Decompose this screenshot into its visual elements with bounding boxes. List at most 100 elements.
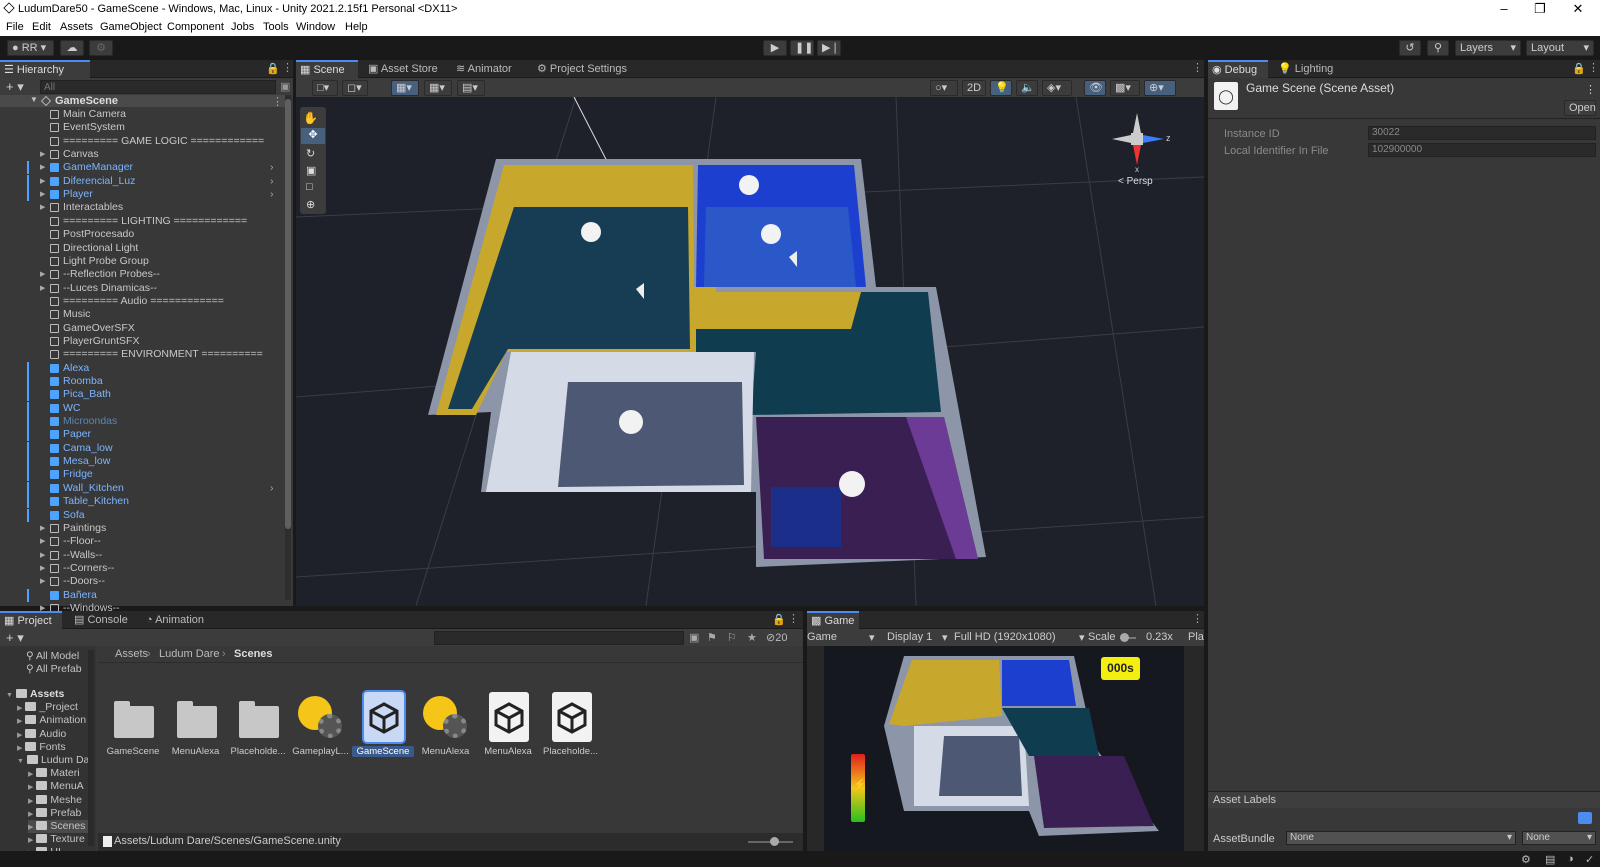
expand-arrow-icon[interactable]: ▶	[28, 824, 33, 831]
menu-assets[interactable]: Assets	[60, 21, 93, 33]
folder-tree-item[interactable]: ▶ Prefab	[28, 807, 81, 820]
search-icon[interactable]: ⚲	[1427, 40, 1449, 56]
layout-dropdown[interactable]: Layout ▾	[1526, 40, 1594, 56]
expand-arrow-icon[interactable]: ▶	[17, 705, 22, 712]
hierarchy-item[interactable]: Sofa	[0, 508, 285, 522]
favorite-icon[interactable]: ★	[747, 631, 757, 644]
scale-slider[interactable]	[1120, 633, 1136, 642]
more-icon[interactable]: ⋮	[282, 61, 293, 74]
folder-tree-item[interactable]: ▶ Fonts	[17, 741, 66, 754]
expand-arrow-icon[interactable]: ▶	[40, 535, 45, 548]
hierarchy-item[interactable]: ▶ --Luces Dinamicas--	[0, 282, 285, 295]
expand-arrow-icon[interactable]: ▶	[28, 771, 33, 778]
tab-debug[interactable]: ◉ Debug	[1208, 60, 1268, 78]
hierarchy-item[interactable]: PlayerGruntSFX	[0, 335, 285, 348]
hierarchy-scrollbar[interactable]	[285, 95, 291, 600]
folder-tree-item[interactable]: ▶ _Project	[17, 701, 78, 714]
hierarchy-search-input[interactable]	[40, 80, 276, 94]
gizmos-icon[interactable]: ⊕▾	[1144, 80, 1176, 96]
audio-toggle-icon[interactable]: 🔈	[1016, 80, 1038, 96]
hierarchy-item[interactable]: ▶ GameManager ›	[0, 161, 285, 175]
resolution-dropdown[interactable]: Full HD (1920x1080) ▾	[954, 631, 1085, 644]
hierarchy-item[interactable]: PostProcesado	[0, 228, 285, 241]
hierarchy-item[interactable]: ▶ --Corners--	[0, 562, 285, 575]
favorite-all-prefabs[interactable]: ⚲ All Prefab	[26, 663, 82, 676]
tab-animator[interactable]: ≋ Animator	[452, 60, 526, 78]
expand-arrow-icon[interactable]: ▶	[40, 201, 45, 214]
open-prefab-icon[interactable]: ›	[270, 161, 274, 174]
scene-more-icon[interactable]: ⋮	[1192, 61, 1203, 74]
tab-animation[interactable]: ◔ Animation	[142, 611, 214, 629]
hierarchy-item[interactable]: Music	[0, 308, 285, 321]
hierarchy-item[interactable]: Table_Kitchen	[0, 495, 285, 509]
cache-icon[interactable]: ▤	[1545, 853, 1555, 866]
hierarchy-item[interactable]: ▶ --Walls--	[0, 549, 285, 562]
rotate-tool-icon[interactable]: ↻	[306, 147, 315, 160]
search-by-type-icon[interactable]: ▣	[689, 631, 699, 644]
hierarchy-item[interactable]: ▶ Diferencial_Luz ›	[0, 174, 285, 188]
hierarchy-item[interactable]: GameOverSFX	[0, 322, 285, 335]
hierarchy-item[interactable]: Main Camera	[0, 108, 285, 121]
expand-arrow-icon[interactable]: ▼	[17, 758, 24, 765]
tab-scene[interactable]: ▦ Scene	[296, 60, 358, 78]
expand-arrow-icon[interactable]: ▶	[40, 148, 45, 161]
status-check-icon[interactable]: ✓	[1585, 853, 1594, 866]
menu-jobs[interactable]: Jobs	[231, 21, 254, 33]
tree-scrollbar[interactable]	[88, 650, 94, 846]
hierarchy-item[interactable]: ========= GAME LOGIC ============	[0, 135, 285, 148]
inspector-more-icon[interactable]: ⋮	[1588, 61, 1599, 74]
tab-hierarchy[interactable]: ☰ Hierarchy	[0, 60, 90, 78]
expand-arrow-icon[interactable]: ▶	[28, 837, 33, 844]
hierarchy-item[interactable]: Alexa	[0, 361, 285, 375]
play-focused-dropdown[interactable]: Pla	[1188, 631, 1204, 643]
assetbundle-dropdown[interactable]: None ▾	[1286, 831, 1516, 845]
hierarchy-item[interactable]: Pica_Bath	[0, 388, 285, 402]
slider-handle[interactable]	[770, 837, 779, 846]
folder-tree-item[interactable]: ▶ Meshe	[28, 794, 82, 807]
asset-tile[interactable]: GameplayL...	[290, 692, 352, 762]
play-button[interactable]: ▶	[763, 40, 787, 56]
shaded-icon[interactable]: ◻▾	[342, 80, 368, 96]
folder-tree-item[interactable]: ▶ MenuA	[28, 780, 84, 793]
hierarchy-item[interactable]: Cama_low	[0, 441, 285, 455]
expand-arrow-icon[interactable]: ▶	[40, 282, 45, 295]
expand-arrow-icon[interactable]: ▶	[28, 784, 33, 791]
open-button[interactable]: Open	[1564, 100, 1596, 116]
hierarchy-item[interactable]: EventSystem	[0, 121, 285, 134]
assetbundle-variant-dropdown[interactable]: None ▾	[1522, 831, 1596, 845]
scale-tool-icon[interactable]: ▣	[306, 164, 316, 177]
folder-tree-item[interactable]: ▶ Animation	[17, 714, 86, 727]
hierarchy-item[interactable]: ▶ Player ›	[0, 188, 285, 202]
project-lock-icon[interactable]: 🔒	[772, 613, 786, 626]
expand-arrow-icon[interactable]: ▶	[17, 745, 22, 752]
project-search-input[interactable]	[434, 631, 684, 645]
hierarchy-item[interactable]: Wall_Kitchen ›	[0, 481, 285, 495]
icon-size-slider[interactable]	[748, 837, 793, 846]
tab-asset-store[interactable]: ▣ Asset Store	[364, 60, 444, 78]
game-mode-dropdown[interactable]: Game ▾	[807, 631, 875, 644]
asset-labels-header[interactable]: Asset Labels	[1208, 791, 1600, 808]
hidden-count[interactable]: ⊘20	[766, 631, 787, 644]
expand-arrow-icon[interactable]: ▶	[40, 575, 45, 588]
hand-tool-icon[interactable]: ✋	[303, 111, 318, 125]
grid-snap-icon[interactable]: ▦▾	[391, 80, 419, 96]
hierarchy-item[interactable]: ▶ --Reflection Probes--	[0, 268, 285, 281]
camera-icon[interactable]: ▩▾	[1110, 80, 1140, 96]
hierarchy-item[interactable]: Directional Light	[0, 242, 285, 255]
close-icon[interactable]: ✕	[1568, 1, 1588, 17]
folder-tree-item[interactable]: ▶ Materi	[28, 767, 80, 780]
favorite-all-models[interactable]: ⚲ All Model	[26, 650, 79, 663]
game-viewport[interactable]: 000s ⚡	[824, 646, 1184, 851]
scene-viewport[interactable]: ✋ ✥ ↻ ▣ □ ⊕ z x < Persp	[296, 97, 1204, 606]
expand-arrow-icon[interactable]: ▶	[40, 175, 45, 188]
expand-arrow-icon[interactable]: ▼	[30, 95, 38, 104]
tab-game[interactable]: ▩ Game	[807, 611, 859, 629]
transform-tool-icon[interactable]: ⊕	[306, 198, 315, 211]
tab-project-settings[interactable]: ⚙ Project Settings	[533, 60, 643, 78]
scene-menu-icon[interactable]: ⋮	[272, 95, 283, 108]
folder-tree-item[interactable]: ▶ Texture	[28, 833, 85, 846]
maximize-icon[interactable]: ❐	[1530, 1, 1550, 17]
search-by-label-icon[interactable]: ⚑	[707, 631, 717, 644]
folder-tree-item[interactable]: ▼ Assets	[6, 688, 64, 701]
project-more-icon[interactable]: ⋮	[788, 612, 799, 625]
